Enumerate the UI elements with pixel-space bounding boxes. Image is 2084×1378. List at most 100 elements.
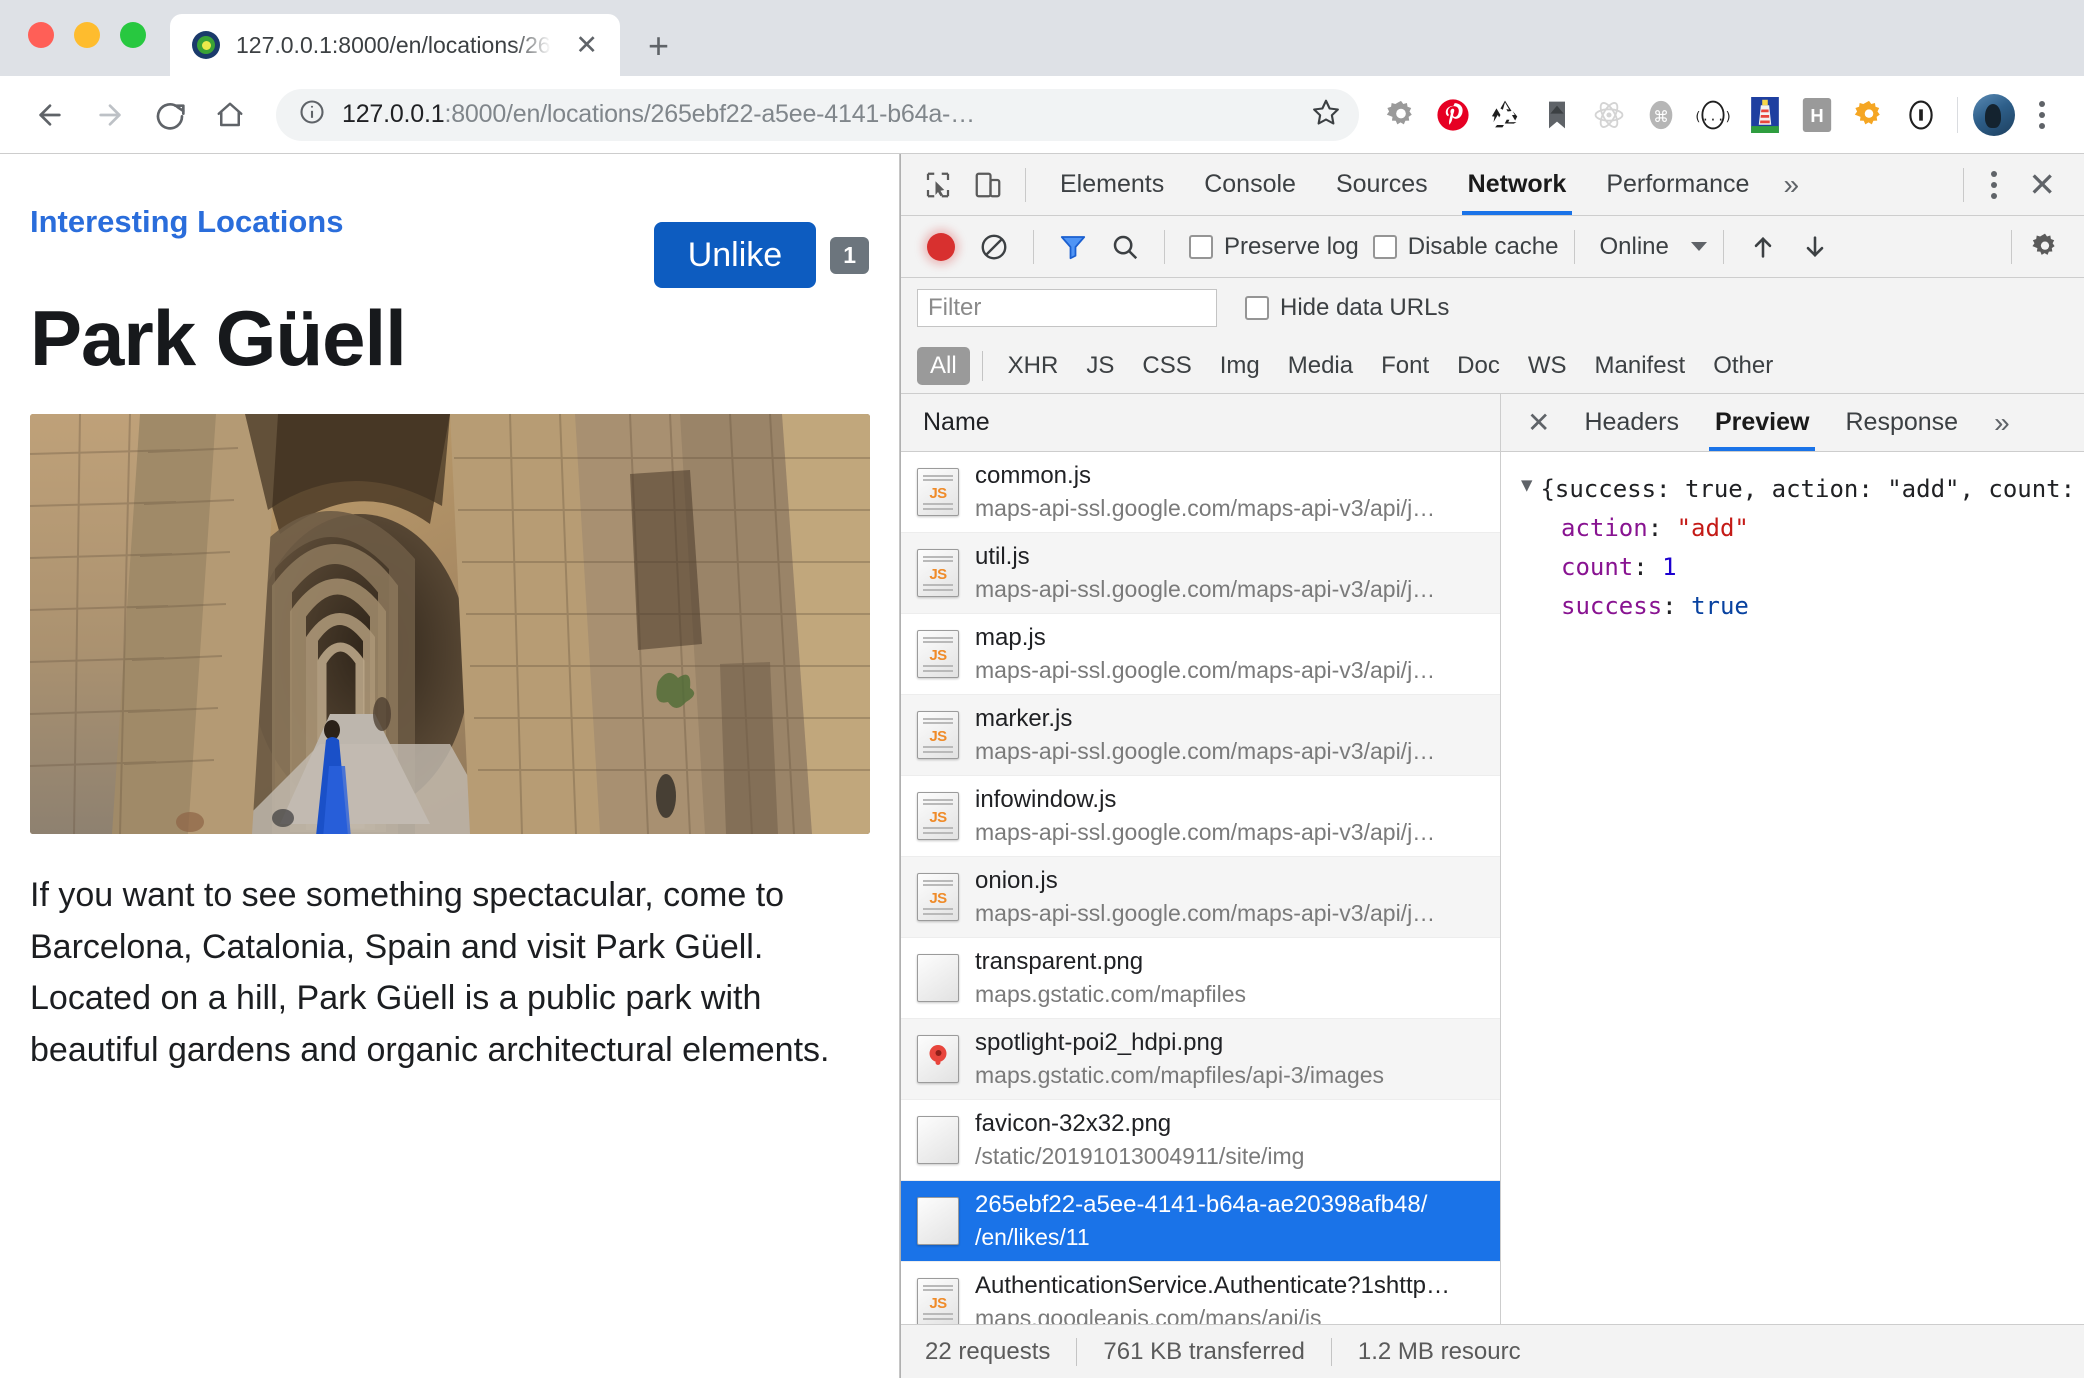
blank-image-icon: [917, 954, 959, 1002]
type-filter-ws[interactable]: WS: [1515, 347, 1580, 385]
star-icon[interactable]: [1311, 97, 1341, 132]
status-divider: [1331, 1338, 1332, 1366]
type-filter-css[interactable]: CSS: [1129, 347, 1204, 385]
import-har-icon[interactable]: [1740, 224, 1786, 270]
react-atom-icon[interactable]: [1585, 91, 1633, 139]
type-filter-xhr[interactable]: XHR: [995, 347, 1072, 385]
tab-strip: 127.0.0.1:8000/en/locations/26 ✕ +: [0, 0, 2084, 76]
js-file-icon: JS: [917, 792, 959, 840]
search-icon[interactable]: [1102, 224, 1148, 270]
tab-performance[interactable]: Performance: [1586, 154, 1769, 215]
hide-data-urls-checkbox[interactable]: Hide data URLs: [1245, 294, 1449, 322]
recycle-icon[interactable]: [1481, 91, 1529, 139]
reload-icon[interactable]: [142, 87, 198, 143]
table-row[interactable]: spotlight-poi2_hdpi.png maps.gstatic.com…: [901, 1019, 1500, 1100]
pinterest-icon[interactable]: [1429, 91, 1477, 139]
chrome-menu-icon[interactable]: [2022, 91, 2062, 139]
request-name: AuthenticationService.Authenticate?1shtt…: [975, 1271, 1490, 1302]
preserve-log-box[interactable]: [1189, 235, 1213, 259]
tab-sources[interactable]: Sources: [1316, 154, 1448, 215]
hide-data-urls-box[interactable]: [1245, 296, 1269, 320]
type-filter-all[interactable]: All: [917, 347, 970, 385]
device-toolbar-icon[interactable]: [965, 162, 1011, 208]
status-divider: [1076, 1338, 1077, 1366]
command-key-icon[interactable]: ⌘: [1637, 91, 1685, 139]
table-row[interactable]: JS map.js maps-api-ssl.google.com/maps-a…: [901, 614, 1500, 695]
tab-response[interactable]: Response: [1827, 394, 1976, 451]
network-toolbar-right: [2001, 224, 2068, 270]
table-row-selected[interactable]: 265ebf22-a5ee-4141-b64a-ae20398afb48/ /e…: [901, 1181, 1500, 1262]
close-devtools-icon[interactable]: ✕: [2014, 168, 2070, 201]
type-filter-img[interactable]: Img: [1207, 347, 1273, 385]
bookmark-arrow-icon[interactable]: [1533, 91, 1581, 139]
json-value: "add": [1677, 509, 1749, 548]
throttling-select[interactable]: Online: [1599, 233, 1706, 261]
breadcrumb[interactable]: Interesting Locations: [30, 204, 343, 240]
type-filter-other[interactable]: Other: [1700, 347, 1786, 385]
preserve-log-checkbox[interactable]: Preserve log: [1189, 233, 1359, 261]
table-row[interactable]: JS onion.js maps-api-ssl.google.com/maps…: [901, 857, 1500, 938]
request-name: map.js: [975, 623, 1490, 654]
target-favicon: [192, 31, 220, 59]
tab-console[interactable]: Console: [1184, 154, 1316, 215]
tab-elements[interactable]: Elements: [1040, 154, 1184, 215]
chevron-down-icon[interactable]: [1691, 242, 1707, 251]
lighthouse-icon[interactable]: [1741, 91, 1789, 139]
maximize-window-button[interactable]: [120, 22, 146, 48]
gear-orange-icon[interactable]: [1845, 91, 1893, 139]
network-settings-gear-icon[interactable]: [2022, 224, 2068, 270]
home-icon[interactable]: [202, 87, 258, 143]
site-info-icon[interactable]: [298, 98, 326, 131]
more-tabs-icon[interactable]: »: [1769, 154, 1813, 215]
profile-avatar[interactable]: [1970, 91, 2018, 139]
inspect-element-icon[interactable]: [915, 162, 961, 208]
type-filter-font[interactable]: Font: [1368, 347, 1442, 385]
table-row[interactable]: JS infowindow.js maps-api-ssl.google.com…: [901, 776, 1500, 857]
parentheses-icon[interactable]: (...): [1689, 91, 1737, 139]
extensions-row: ⌘ (...) H: [1377, 91, 2062, 139]
record-button[interactable]: [927, 233, 955, 261]
table-row[interactable]: favicon-32x32.png /static/20191013004911…: [901, 1100, 1500, 1181]
clear-button[interactable]: [971, 224, 1017, 270]
type-filter-media[interactable]: Media: [1275, 347, 1366, 385]
table-row[interactable]: JS AuthenticationService.Authenticate?1s…: [901, 1262, 1500, 1324]
expand-triangle-icon[interactable]: ▼: [1521, 470, 1532, 509]
header-editor-icon[interactable]: H: [1793, 91, 1841, 139]
close-detail-icon[interactable]: ✕: [1511, 409, 1566, 437]
type-filter-manifest[interactable]: Manifest: [1582, 347, 1699, 385]
hide-data-urls-label: Hide data URLs: [1280, 294, 1449, 322]
minimize-window-button[interactable]: [74, 22, 100, 48]
devtools-more-options-icon[interactable]: [1974, 161, 2014, 209]
info-circle-icon[interactable]: [1897, 91, 1945, 139]
tab-preview[interactable]: Preview: [1697, 394, 1828, 451]
close-icon[interactable]: ✕: [567, 28, 606, 63]
more-detail-tabs-icon[interactable]: »: [1976, 394, 2028, 451]
table-row[interactable]: JS util.js maps-api-ssl.google.com/maps-…: [901, 533, 1500, 614]
json-summary-row[interactable]: ▼{success: true, action: "add", count: 1…: [1521, 470, 2074, 509]
close-window-button[interactable]: [28, 22, 54, 48]
browser-tab[interactable]: 127.0.0.1:8000/en/locations/26 ✕: [170, 14, 620, 76]
gear-gray-icon[interactable]: [1377, 91, 1425, 139]
disable-cache-box[interactable]: [1373, 235, 1397, 259]
table-row[interactable]: JS common.js maps-api-ssl.google.com/map…: [901, 452, 1500, 533]
forward-arrow-icon[interactable]: [82, 87, 138, 143]
network-panes: Name JS common.js maps-api-ssl.google.co…: [901, 394, 2084, 1324]
devtools-header-actions: ✕: [1953, 161, 2070, 209]
table-row[interactable]: transparent.png maps.gstatic.com/mapfile…: [901, 938, 1500, 1019]
type-filter-js[interactable]: JS: [1073, 347, 1127, 385]
unlike-button[interactable]: Unlike: [654, 222, 816, 288]
table-row[interactable]: JS marker.js maps-api-ssl.google.com/map…: [901, 695, 1500, 776]
requests-column-header[interactable]: Name: [901, 394, 1500, 452]
filter-input[interactable]: Filter: [917, 289, 1217, 327]
address-bar[interactable]: 127.0.0.1:8000/en/locations/265ebf22-a5e…: [276, 89, 1359, 141]
tab-network[interactable]: Network: [1448, 154, 1587, 215]
resource-type-filters: All XHR JS CSS Img Media Font Doc WS Man…: [901, 338, 2084, 394]
disable-cache-checkbox[interactable]: Disable cache: [1373, 233, 1559, 261]
export-har-icon[interactable]: [1792, 224, 1838, 270]
type-filter-doc[interactable]: Doc: [1444, 347, 1513, 385]
back-arrow-icon[interactable]: [22, 87, 78, 143]
filter-funnel-icon[interactable]: [1050, 224, 1096, 270]
tab-headers[interactable]: Headers: [1566, 394, 1697, 451]
requests-list[interactable]: JS common.js maps-api-ssl.google.com/map…: [901, 452, 1500, 1324]
new-tab-button[interactable]: +: [648, 28, 669, 64]
